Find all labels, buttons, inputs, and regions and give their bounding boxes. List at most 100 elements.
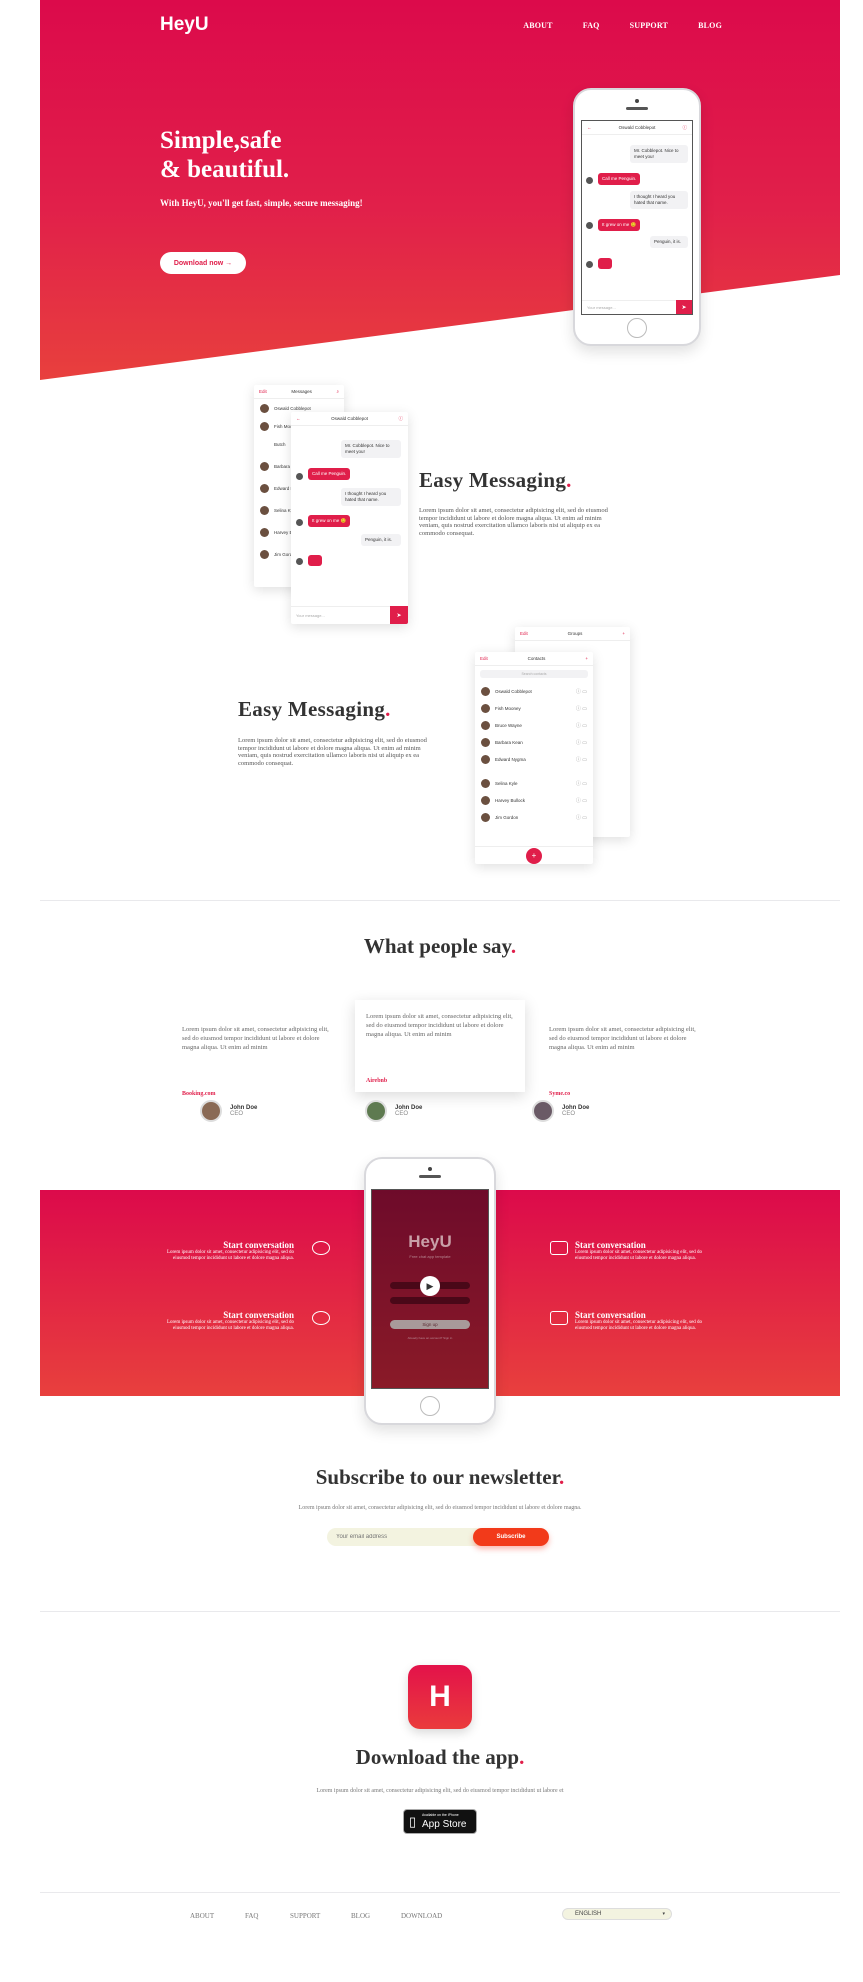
tab-bar: +	[475, 846, 593, 864]
footer-nav-download[interactable]: DOWNLOAD	[401, 1912, 442, 1920]
testimonial-text: Lorem ipsum dolor sit amet, consectetur …	[366, 1013, 513, 1038]
back-arrow-icon[interactable]: ←	[587, 125, 592, 130]
video-camera-icon	[550, 1311, 568, 1325]
chevron-down-icon: ▾	[662, 1911, 665, 1917]
logo[interactable]: HeyU	[160, 14, 209, 36]
home-button[interactable]	[420, 1396, 440, 1416]
back-arrow-icon[interactable]: ←	[296, 416, 301, 421]
avatar	[296, 558, 303, 565]
download-title: Download the app.	[355, 1745, 525, 1769]
section-divider	[40, 900, 840, 901]
testimonial-text: Lorem ipsum dolor sit amet, consectetur …	[549, 1026, 696, 1051]
avatar	[586, 222, 593, 229]
chat-icon[interactable]: ⓘ ▭	[576, 739, 587, 746]
chat-bubble: It grew on me 😊	[598, 219, 641, 231]
phone-signup-button[interactable]: Sign up	[390, 1320, 470, 1329]
info-icon[interactable]: ⓘ	[683, 125, 688, 131]
contact-row[interactable]: Oswald Cobblepot ⓘ ▭	[475, 684, 593, 698]
footer-nav-about[interactable]: ABOUT	[190, 1912, 214, 1920]
send-icon[interactable]: ➤	[676, 300, 692, 314]
footer-nav-blog[interactable]: BLOG	[351, 1912, 370, 1920]
newsletter-title-text: Subscribe to our newsletter	[315, 1465, 559, 1489]
download-now-button[interactable]: Download now →	[160, 252, 246, 274]
chat-card: ← Oswald Cobblepot ⓘ Mr. Cobblepot. Nice…	[291, 412, 408, 624]
hero-title: Simple,safe & beautiful.	[160, 126, 380, 184]
app-store-badge[interactable]: ▯ Available on the iPhone App Store	[403, 1809, 477, 1834]
testimonial-card: Lorem ipsum dolor sit amet, consectetur …	[171, 1013, 341, 1105]
band-feature-text: Lorem ipsum dolor sit amet, consectetur …	[166, 1320, 294, 1331]
phone-signin-link[interactable]: Already have an account? Sign in	[372, 1336, 488, 1340]
contact-name: Bruce Wayne	[495, 722, 522, 728]
chat-icon[interactable]: ⓘ ▭	[576, 722, 587, 729]
chat-icon[interactable]: ⓘ ▭	[576, 797, 587, 804]
edit-button[interactable]: Edit	[520, 631, 528, 636]
newsletter-title: Subscribe to our newsletter.	[315, 1465, 565, 1489]
nav-support[interactable]: SUPPORT	[630, 21, 668, 30]
chat-bubble-media	[598, 258, 612, 269]
feature2-text: Lorem ipsum dolor sit amet, consectetur …	[238, 737, 427, 767]
add-contact-icon[interactable]: +	[585, 656, 588, 661]
contact-row[interactable]: Edward Nygma ⓘ ▭	[475, 752, 593, 766]
list-item-name: Butch	[274, 441, 286, 447]
camera-icon	[550, 1241, 568, 1255]
footer-nav-faq[interactable]: FAQ	[245, 1912, 258, 1920]
contact-name: Edward Nygma	[495, 756, 526, 762]
chat-bubble-media	[308, 555, 322, 566]
chat-icon[interactable]: ⓘ ▭	[576, 705, 587, 712]
chat-bubble: Penguin, it is.	[650, 236, 688, 248]
subscribe-button[interactable]: Subscribe	[473, 1528, 549, 1546]
testimonial-card-active: Lorem ipsum dolor sit amet, consectetur …	[355, 1000, 525, 1092]
nav-about[interactable]: ABOUT	[523, 21, 552, 30]
download-text: Lorem ipsum dolor sit amet, consectetur …	[316, 1788, 564, 1794]
band-feature-text: Lorem ipsum dolor sit amet, consectetur …	[575, 1250, 703, 1261]
nav-faq[interactable]: FAQ	[583, 21, 600, 30]
band-feature-title: Start conversation	[223, 1240, 294, 1250]
home-button[interactable]	[627, 318, 647, 338]
avatar	[365, 1100, 387, 1122]
contact-row[interactable]: Selina Kyle ⓘ ▭	[475, 776, 593, 790]
testimonials-title: What people say.	[363, 934, 517, 958]
edit-button[interactable]: Edit	[480, 656, 488, 661]
email-input[interactable]	[327, 1528, 483, 1546]
chat-icon[interactable]: ⓘ ▭	[576, 814, 587, 821]
badge-small-text: Available on the iPhone	[422, 1813, 459, 1817]
search-icon[interactable]: ⌕	[336, 389, 339, 394]
contacts-search-input[interactable]: Search contacts	[480, 670, 588, 678]
contact-name: Oswald Cobblepot	[495, 688, 532, 694]
contact-row[interactable]: Bruce Wayne ⓘ ▭	[475, 718, 593, 732]
chat-icon[interactable]: ⓘ ▭	[576, 756, 587, 763]
footer-nav-support[interactable]: SUPPORT	[290, 1912, 320, 1920]
band-phone: HeyU Free chat app template ▶ Sign up Al…	[364, 1157, 496, 1425]
nav-blog[interactable]: BLOG	[698, 21, 722, 30]
phone-camera	[428, 1167, 432, 1171]
contact-name: Fish Mooney	[495, 705, 521, 711]
chat-bubble: It grew on me 😊	[308, 515, 351, 527]
contact-row[interactable]: Harvey Bullock ⓘ ▭	[475, 793, 593, 807]
chat-bubble: Mr. Cobblepot. Nice to meet you!	[341, 440, 401, 458]
contact-row[interactable]: Jim Gordon ⓘ ▭	[475, 810, 593, 824]
band-phone-screen: HeyU Free chat app template ▶ Sign up Al…	[371, 1189, 489, 1389]
contact-row[interactable]: Fish Mooney ⓘ ▭	[475, 701, 593, 715]
send-icon[interactable]: ➤	[390, 606, 408, 624]
chat-contact-name: Oswald Cobblepot	[331, 416, 368, 421]
compose-icon[interactable]: +	[526, 848, 542, 864]
phone-speaker	[419, 1175, 441, 1178]
avatar	[586, 261, 593, 268]
testimonial-company: Airebnb	[366, 1078, 388, 1084]
hero-subtitle: With HeyU, you'll get fast, simple, secu…	[160, 198, 363, 208]
avatar	[586, 177, 593, 184]
language-select[interactable]: ENGLISH ▾	[562, 1908, 672, 1920]
chat-bubble-icon	[312, 1241, 330, 1255]
chat-header: ← Oswald Cobblepot ⓘ	[291, 412, 408, 426]
hero-chat-screen: ← Oswald Cobblepot ⓘ Mr. Cobblepot. Nice…	[581, 120, 693, 315]
play-icon[interactable]: ▶	[420, 1276, 440, 1296]
edit-button[interactable]: Edit	[259, 389, 267, 394]
add-icon[interactable]: +	[622, 631, 625, 636]
contacts-title: Contacts	[527, 656, 546, 661]
phone-password-input[interactable]	[390, 1297, 470, 1304]
chat-icon[interactable]: ⓘ ▭	[576, 688, 587, 695]
chat-icon[interactable]: ⓘ ▭	[576, 780, 587, 787]
info-icon[interactable]: ⓘ	[399, 416, 404, 422]
contact-name: Jim Gordon	[495, 814, 519, 820]
contact-row[interactable]: Barbara Kean ⓘ ▭	[475, 735, 593, 749]
